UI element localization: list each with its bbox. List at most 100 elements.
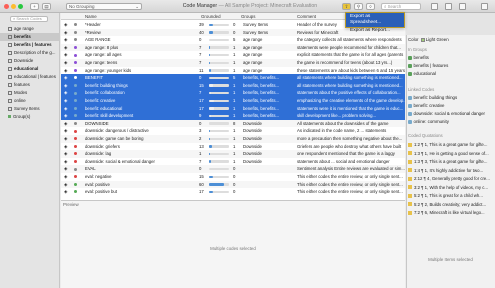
export-button[interactable]: ⇪ bbox=[342, 3, 351, 10]
right-pane-toggle-icon[interactable] bbox=[459, 3, 466, 10]
grouping-select[interactable]: No Grouping ⌄ bbox=[66, 3, 142, 10]
tag-button[interactable]: ◊ bbox=[366, 3, 375, 10]
search-input[interactable]: ⌕ Search bbox=[381, 3, 421, 10]
zoom-window-button[interactable] bbox=[18, 4, 23, 9]
table-row[interactable]: ◈ BENEFIT 0 5 benefits, benefits... all state… bbox=[61, 74, 405, 82]
table-row[interactable]: ◈ eval: positive 60 0 This either codes the … bbox=[61, 180, 405, 189]
grounded-count: 7 bbox=[199, 158, 202, 164]
sidebar-item[interactable]: educational | features bbox=[0, 73, 60, 81]
density-count: 1 bbox=[233, 128, 236, 134]
table-row[interactable]: ◈ benefit: skill development 9 1 benefits, b… bbox=[61, 112, 405, 120]
group-item[interactable]: educational bbox=[408, 71, 436, 76]
quotation-item[interactable]: 1:3 ¶ 3, This is a great game for gifte.… bbox=[408, 158, 494, 165]
column-header-groups[interactable]: Groups bbox=[241, 13, 255, 20]
quotation-icon bbox=[408, 210, 412, 215]
column-header-comment[interactable]: Comment bbox=[297, 13, 316, 20]
quotation-item[interactable]: 5:2 ¶ 2, Builds creativity; very addict.… bbox=[408, 201, 494, 208]
close-window-button[interactable] bbox=[4, 4, 9, 9]
group-item[interactable]: benefits bbox=[408, 55, 429, 60]
code-color-dot bbox=[74, 91, 77, 95]
sidebar-search-input[interactable]: ⌕ Search Codes bbox=[10, 16, 48, 22]
quotation-item[interactable]: 3:2 ¶ 1, With the help of videos, my c..… bbox=[408, 184, 494, 191]
table-row[interactable]: ◈ age range: teens 7 1 age range the game is … bbox=[61, 59, 405, 67]
window-title: Code Manager — All Sample Project: Minec… bbox=[150, 3, 350, 10]
code-group-icon bbox=[8, 82, 12, 87]
grounded-count: 17 bbox=[199, 98, 204, 103]
code-group-icon bbox=[8, 98, 12, 103]
menu-item-export-spreadsheet[interactable]: Export as Spreadsheet... bbox=[346, 13, 404, 27]
table-row[interactable]: ◈ downside: lag 1 1 Downside one respondent m… bbox=[61, 150, 405, 158]
code-color-dot bbox=[74, 182, 77, 186]
column-header-name[interactable]: Name bbox=[85, 13, 97, 20]
sidebar-item[interactable]: Group(s) bbox=[0, 113, 60, 121]
sidebar-item[interactable]: features bbox=[0, 81, 60, 89]
table-row[interactable]: ◈ age range: 8 plus 7 1 age range statements … bbox=[61, 43, 405, 52]
comment-cell: all statements where building something … bbox=[297, 82, 403, 88]
table-row[interactable]: ◈ AGE RANGE 0 5 age range the category collec… bbox=[61, 36, 405, 44]
code-color-dot bbox=[74, 68, 77, 72]
grounded-bar-track bbox=[209, 53, 229, 57]
table-row[interactable]: ◈ benefit: collaboration 7 1 benefits, benef… bbox=[61, 89, 405, 97]
quotation-icon bbox=[408, 151, 412, 155]
quotation-item[interactable]: 1:4 ¶ 1, It's highly addictive for two..… bbox=[408, 167, 494, 174]
code-icon: ◈ bbox=[64, 143, 68, 149]
table-row[interactable]: ◈ benefit: building things 15 1 benefits, be… bbox=[61, 81, 405, 90]
coded-quotations-label: Coded Quotations bbox=[408, 133, 443, 138]
bottom-pane-toggle-icon[interactable] bbox=[445, 3, 452, 10]
sidebar-item[interactable]: Modes bbox=[0, 89, 60, 97]
grounded-bar bbox=[209, 23, 213, 26]
table-row[interactable]: ◈ EVAL 0 0 Sentiment analysis Entire reviews… bbox=[61, 165, 405, 173]
linked-code-item[interactable]: benefit: creative bbox=[408, 103, 445, 108]
color-row[interactable]: Color Light Green bbox=[408, 37, 449, 42]
menu-item-export-report[interactable]: Export as Report... bbox=[346, 27, 404, 35]
preview-pane bbox=[61, 200, 405, 288]
linked-code-item[interactable]: downside: social & emotional danger bbox=[408, 111, 485, 116]
table-row[interactable]: ◈ benefit: educational 17 1 benefits, benefi… bbox=[61, 104, 405, 113]
sidebar-item-label: Description of the g... bbox=[14, 50, 56, 55]
table-row[interactable]: ◈ DOWNSIDE 0 8 Downside All statements about … bbox=[61, 119, 405, 128]
table-row[interactable]: ◈ downside: game can be boring 2 1 Downside m… bbox=[61, 135, 405, 143]
table-row[interactable]: ◈ downside: griefers 13 1 Downside Griefers a… bbox=[61, 143, 405, 151]
table-row[interactable]: ◈ benefit: creative 17 1 benefits, benefits.… bbox=[61, 97, 405, 105]
sidebar-item[interactable]: age range bbox=[0, 25, 60, 33]
sidebar-item[interactable]: Downside bbox=[0, 57, 60, 65]
minimize-window-button[interactable] bbox=[11, 4, 16, 9]
linked-code-item[interactable]: online: community bbox=[408, 119, 449, 124]
table-row[interactable]: ◈ eval: positive but 17 0 This either codes … bbox=[61, 188, 405, 196]
group-item[interactable]: benefits | features bbox=[408, 63, 448, 68]
more-icon[interactable] bbox=[481, 3, 488, 10]
grounded-bar-track bbox=[209, 91, 229, 95]
quotation-item[interactable]: 1:2 ¶ 1, This is a great game for gifte.… bbox=[408, 141, 494, 148]
grounded-count: 40 bbox=[199, 29, 204, 35]
table-row[interactable]: ◈ age range: younger kids 11 1 age range thes… bbox=[61, 67, 405, 75]
sidebar-item[interactable]: educational bbox=[0, 65, 60, 73]
density-count: 5 bbox=[233, 75, 236, 81]
density-count: 0 bbox=[233, 181, 236, 187]
add-code-button[interactable]: + bbox=[30, 3, 39, 10]
sidebar-item[interactable]: benefits bbox=[0, 33, 60, 41]
code-name: *Review bbox=[85, 29, 101, 35]
sidebar-item[interactable]: online bbox=[0, 97, 60, 105]
split-view-button[interactable]: ▤ bbox=[42, 3, 51, 10]
grounded-count: 11 bbox=[199, 67, 204, 73]
filter-button[interactable]: ⚲ bbox=[354, 3, 363, 10]
code-icon: ◈ bbox=[64, 128, 68, 134]
table-row[interactable]: ◈ age range: all ages 7 1 age range explicit … bbox=[61, 51, 405, 59]
export-menu: Export as Spreadsheet... Export as Repor… bbox=[345, 12, 405, 33]
grounded-count: 0 bbox=[199, 37, 202, 43]
table-row[interactable]: ◈ eval: negative 15 0 This either codes the … bbox=[61, 173, 405, 181]
quotation-item[interactable]: 1:3 ¶ 1, He is getting a good sense of..… bbox=[408, 150, 494, 157]
quotation-item[interactable]: 5:2 ¶ 1, This is great for a child wh... bbox=[408, 192, 494, 199]
column-header-grounded[interactable]: Grounded bbox=[201, 13, 221, 20]
quotation-item[interactable]: 7:2 ¶ 6, Minecraft is like virtual lego.… bbox=[408, 209, 494, 216]
quotation-item[interactable]: 2:12 ¶ 4, Generally pretty good for cre.… bbox=[408, 175, 494, 182]
code-icon: ◈ bbox=[64, 29, 68, 35]
table-row[interactable]: ◈ downside: social & emotional danger 7 1 Do… bbox=[61, 158, 405, 166]
sidebar-item[interactable]: benefits | features bbox=[0, 41, 60, 49]
table-row[interactable]: ◈ downside: dangerous / distractive 3 1 Down… bbox=[61, 127, 405, 135]
sidebar-item[interactable]: Description of the g... bbox=[0, 49, 60, 57]
linked-code-item[interactable]: benefit: building things bbox=[408, 95, 457, 100]
quotation-icon bbox=[408, 142, 412, 147]
left-pane-toggle-icon[interactable] bbox=[431, 3, 438, 10]
sidebar-item[interactable]: Survey Items bbox=[0, 105, 60, 113]
